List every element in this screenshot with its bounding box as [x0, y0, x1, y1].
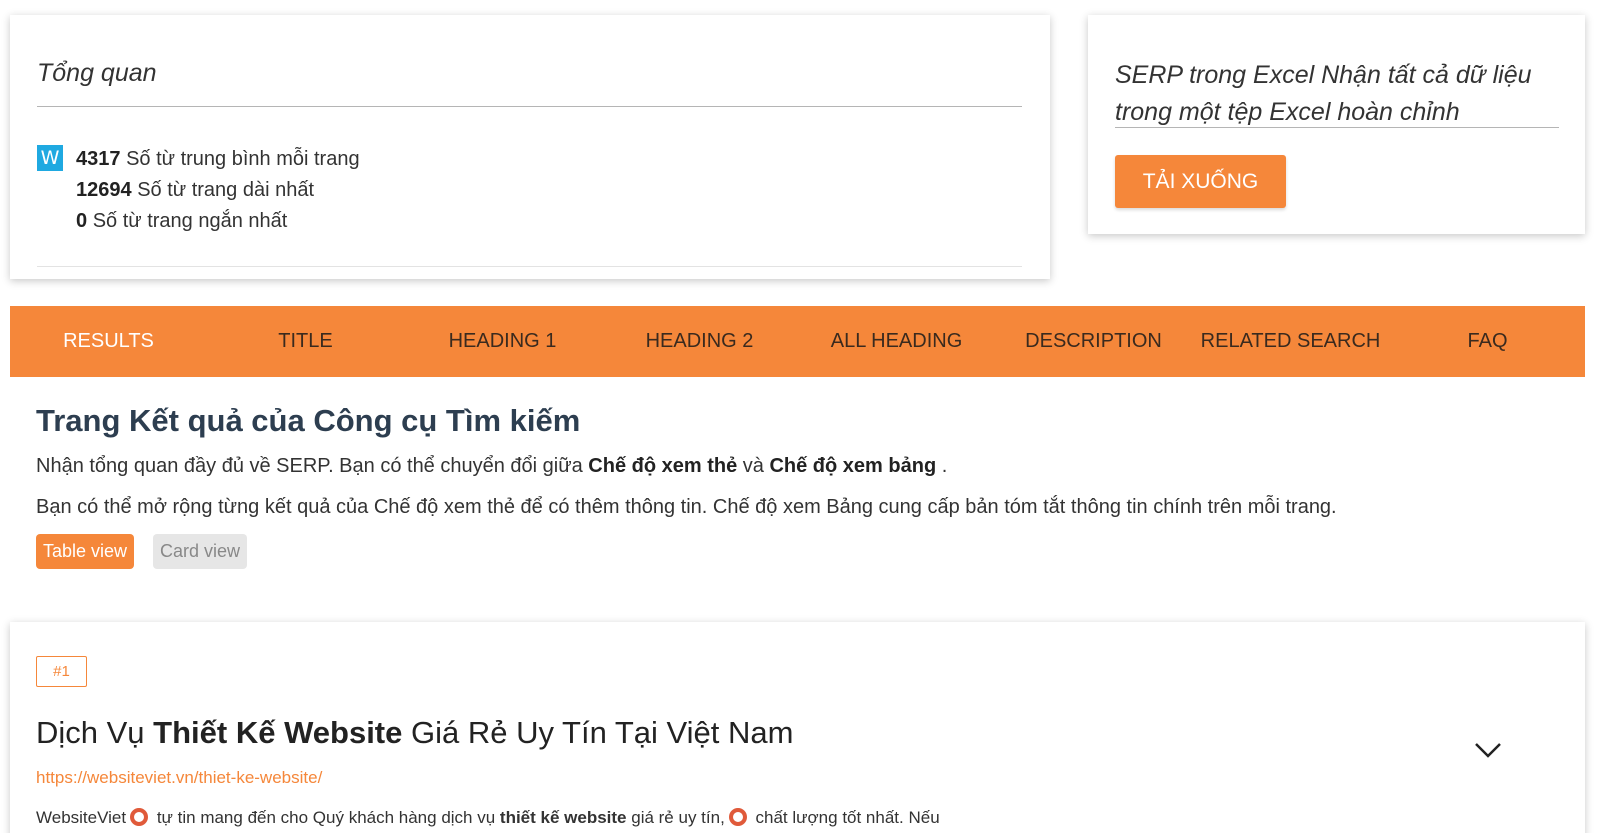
snippet-text: WebsiteViet	[36, 808, 127, 827]
section-description: Bạn có thể mở rộng từng kết quả của Chế …	[36, 496, 1337, 518]
tab-heading-2[interactable]: HEADING 2	[601, 306, 798, 377]
stat-longest: 12694 Số từ trang dài nhất	[76, 179, 314, 202]
stat-shortest: 0 Số từ trang ngắn nhất	[76, 210, 287, 233]
stat-value: 0	[76, 210, 88, 232]
overview-card: Tổng quan W 4317 Số từ trung bình mỗi tr…	[10, 15, 1050, 279]
divider	[37, 106, 1022, 107]
intro-table-view-term: Chế độ xem bảng	[769, 455, 937, 477]
stat-label: Số từ trang dài nhất	[137, 179, 315, 201]
stat-label: Số từ trung bình mỗi trang	[126, 148, 360, 170]
circle-emoji-icon	[130, 808, 149, 826]
snippet-text: giá rẻ uy tín,	[626, 808, 725, 827]
snippet-keyword: thiết kế website	[499, 808, 627, 827]
intro-text: Nhận tổng quan đầy đủ về SERP. Bạn có th…	[36, 455, 589, 477]
table-view-button[interactable]: Table view	[36, 534, 135, 569]
download-card: SERP trong Excel Nhận tất cả dữ liệu tro…	[1088, 15, 1585, 234]
stat-label: Số từ trang ngắn nhất	[92, 210, 288, 232]
tab-results[interactable]: RESULTS	[10, 306, 207, 377]
divider	[37, 266, 1022, 267]
tab-related-search[interactable]: RELATED SEARCH	[1192, 306, 1389, 377]
result-snippet: WebsiteViet tự tin mang đến cho Quý khác…	[36, 808, 940, 828]
rank-badge: #1	[36, 656, 87, 687]
stat-value: 4317	[76, 148, 121, 170]
divider	[1115, 127, 1559, 128]
tab-title[interactable]: TITLE	[207, 306, 404, 377]
section-heading: Trang Kết quả của Công cụ Tìm kiếm	[36, 403, 581, 438]
snippet-text: chất lượng tốt nhất. Nếu	[750, 808, 940, 827]
tab-all-heading[interactable]: ALL HEADING	[798, 306, 995, 377]
tab-bar: RESULTS TITLE HEADING 1 HEADING 2 ALL HE…	[10, 306, 1585, 377]
w-icon: W	[37, 145, 63, 171]
overview-title: Tổng quan	[37, 59, 157, 87]
result-url[interactable]: https://websiteviet.vn/thiet-ke-website/	[36, 768, 322, 788]
intro-card-view-term: Chế độ xem thẻ	[588, 455, 738, 477]
stat-value: 12694	[76, 179, 132, 201]
tab-description[interactable]: DESCRIPTION	[995, 306, 1192, 377]
intro-text: và	[737, 455, 770, 477]
stat-avg-words: 4317 Số từ trung bình mỗi trang	[76, 148, 360, 171]
card-view-button[interactable]: Card view	[153, 534, 248, 569]
result-title[interactable]: Dịch Vụ Thiết Kế Website Giá Rẻ Uy Tín T…	[36, 715, 793, 751]
intro-text: .	[936, 455, 948, 477]
download-title: SERP trong Excel Nhận tất cả dữ liệu tro…	[1115, 61, 1532, 126]
section-intro: Nhận tổng quan đầy đủ về SERP. Bạn có th…	[36, 455, 947, 478]
result-title-text: Giá Rẻ Uy Tín Tại Việt Nam	[402, 715, 794, 750]
result-title-text: Dịch Vụ	[36, 715, 154, 750]
result-card: #1 Dịch Vụ Thiết Kế Website Giá Rẻ Uy Tí…	[10, 622, 1585, 833]
download-button[interactable]: TẢI XUỐNG	[1115, 155, 1286, 208]
tab-faq[interactable]: FAQ	[1389, 306, 1586, 377]
chevron-down-icon[interactable]	[1473, 740, 1503, 760]
result-title-keyword: Thiết Kế Website	[153, 715, 403, 750]
circle-emoji-icon	[728, 808, 747, 826]
tab-heading-1[interactable]: HEADING 1	[404, 306, 601, 377]
snippet-text: tự tin mang đến cho Quý khách hàng dịch …	[152, 808, 500, 827]
